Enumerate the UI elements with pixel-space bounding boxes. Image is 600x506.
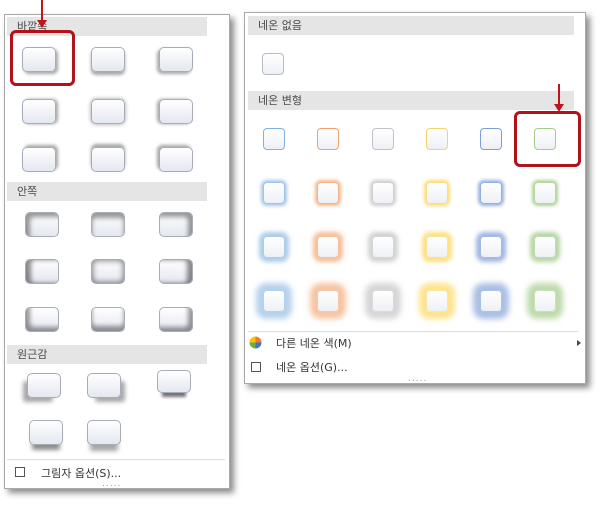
submenu-arrow-icon [577,340,581,346]
glow-blue-2[interactable] [263,182,285,204]
shadow-outer-6[interactable] [159,99,193,124]
shadow-perspective-2[interactable] [87,373,121,398]
glow-gray-1[interactable] [372,128,394,150]
selection-highlight [514,111,581,167]
shadow-inner-7[interactable] [25,307,59,332]
resize-grip[interactable]: ..... [408,375,427,384]
shadow-outer-5[interactable] [91,99,125,124]
glow-gray-4[interactable] [372,290,394,312]
glow-green-4[interactable] [534,290,556,312]
shadow-inner-8[interactable] [91,307,125,332]
section-header-inner: 안쪽 [7,182,207,201]
shadow-outer-3[interactable] [159,47,193,72]
glow-gold-2[interactable] [426,182,448,204]
more-glow-colors-item[interactable]: 다른 네온 색(M) [276,335,352,351]
glow-darkblue-2[interactable] [480,182,502,204]
shadow-perspective-4[interactable] [29,420,63,445]
glow-gallery-panel: 네온 없음 네온 변형 다른 네온 색(M) 네온 옵션(G)... ..... [244,12,586,384]
shadow-inner-6[interactable] [159,259,193,284]
shadow-inner-1[interactable] [25,212,59,237]
shadow-perspective-5[interactable] [87,420,121,445]
resize-grip[interactable]: ..... [102,480,121,489]
glow-orange-4[interactable] [317,290,339,312]
glow-darkblue-3[interactable] [480,236,502,258]
shadow-outer-2[interactable] [91,47,125,72]
selection-highlight [10,30,75,86]
glow-blue-4[interactable] [263,290,285,312]
glow-darkblue-1[interactable] [480,128,502,150]
glow-gold-3[interactable] [426,236,448,258]
checkbox-icon [251,362,261,372]
glow-orange-3[interactable] [317,236,339,258]
shadow-inner-4[interactable] [25,259,59,284]
section-header-variations: 네온 변형 [248,91,574,110]
glow-blue-3[interactable] [263,236,285,258]
glow-blue-1[interactable] [263,128,285,150]
shadow-outer-7[interactable] [22,147,56,172]
glow-darkblue-4[interactable] [480,290,502,312]
glow-gray-2[interactable] [372,182,394,204]
checkbox-icon [15,467,25,477]
section-header-perspective: 원근감 [7,345,207,364]
glow-gold-4[interactable] [426,290,448,312]
glow-green-2[interactable] [534,182,556,204]
divider [7,459,225,460]
shadow-outer-8[interactable] [91,147,125,172]
glow-options-item[interactable]: 네온 옵션(G)... [276,359,348,375]
glow-green-3[interactable] [534,236,556,258]
shadow-inner-5[interactable] [91,259,125,284]
divider [248,331,578,332]
shadow-outer-4[interactable] [22,99,56,124]
shadow-inner-3[interactable] [159,212,193,237]
no-glow-option[interactable] [262,53,284,75]
shadow-outer-9[interactable] [159,147,193,172]
shadow-perspective-1[interactable] [27,373,61,398]
shadow-inner-2[interactable] [91,212,125,237]
glow-orange-1[interactable] [317,128,339,150]
pointer-arrow [41,0,43,22]
pointer-arrowhead [37,20,47,28]
glow-orange-2[interactable] [317,182,339,204]
shadow-perspective-3[interactable] [157,370,191,393]
glow-gray-3[interactable] [372,236,394,258]
section-header-no-glow: 네온 없음 [248,16,574,35]
pointer-arrow [558,84,560,106]
shadow-inner-9[interactable] [159,307,193,332]
glow-gold-1[interactable] [426,128,448,150]
color-palette-icon [249,336,262,349]
